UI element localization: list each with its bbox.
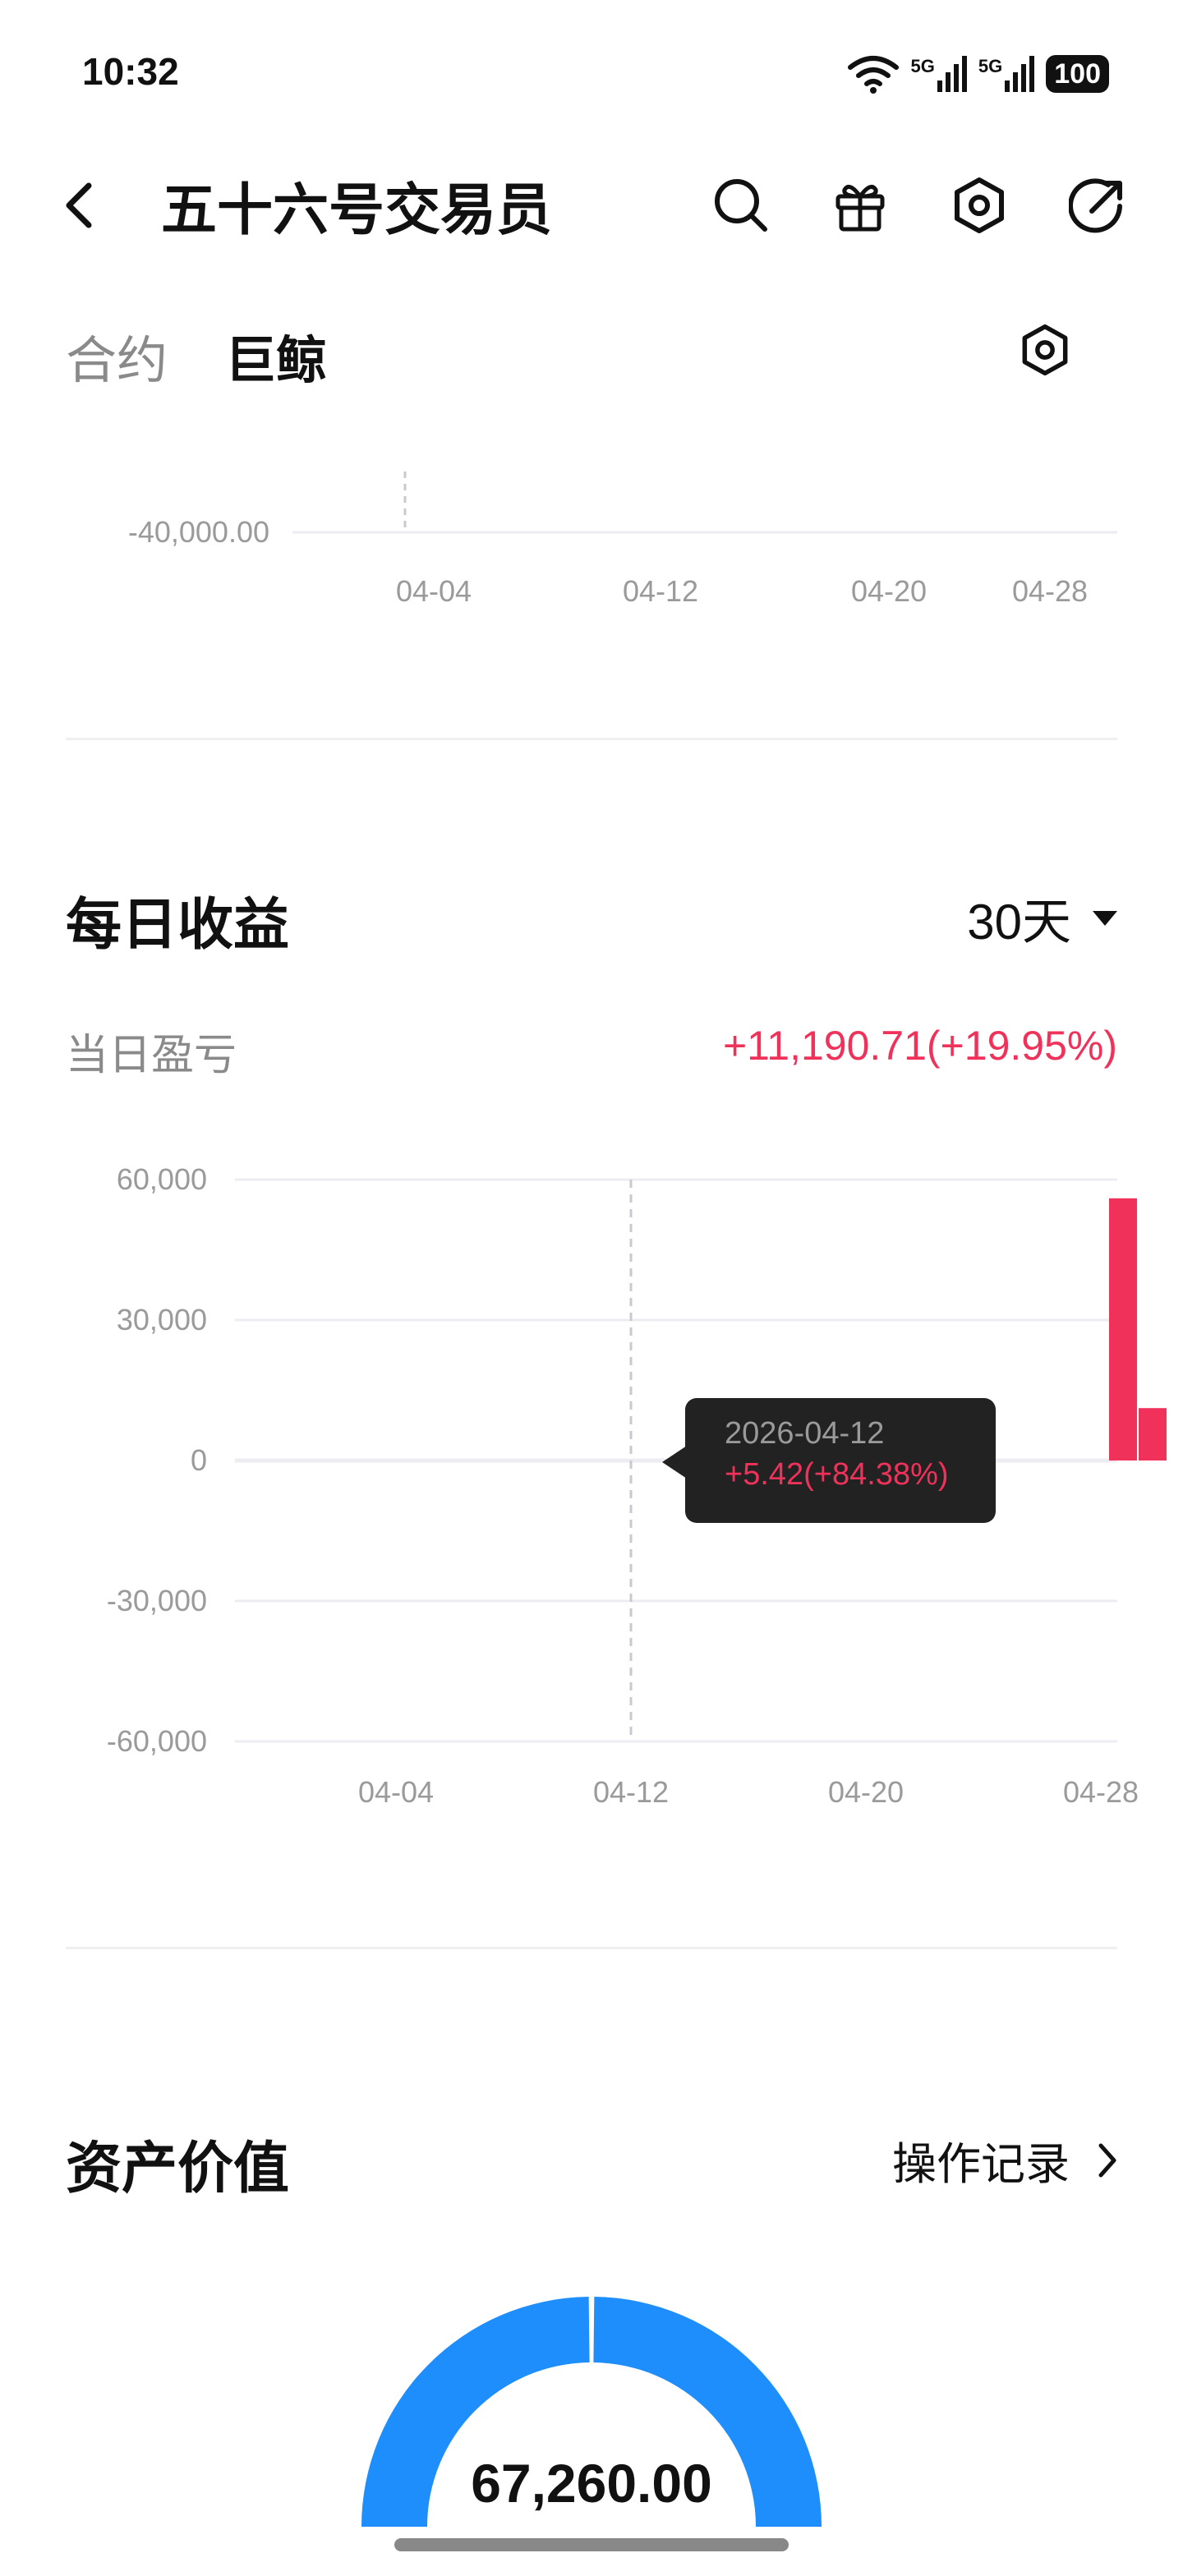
search-button[interactable] [705,169,777,242]
signal-bars-icon [937,56,967,92]
top-chart: -40,000.00 04-04 04-12 04-20 04-28 [128,472,1117,608]
top-chart-x-tick: 04-20 [851,574,927,608]
y-tick-label: -60,000 [107,1724,207,1758]
y-tick-label: 60,000 [117,1162,207,1196]
daily-pnl-chart[interactable]: 60,000 30,000 0 -30,000 -60,000 04-04 04-12 04… [0,1150,1183,1824]
gift-icon [835,184,885,232]
hexagon-gear-icon [955,177,1004,233]
range-label: 30天 [967,895,1071,950]
battery-indicator: 100 [1046,55,1109,93]
pnl-bar [1109,1198,1137,1460]
x-tick-label: 04-12 [593,1775,669,1809]
x-tick-label: 04-20 [828,1775,904,1809]
top-chart-x-tick: 04-28 [1012,574,1088,608]
page-title: 五十六号交易员 [161,179,553,242]
tab-whale[interactable]: 巨鲸 [225,319,327,393]
settings-button[interactable] [943,169,1015,242]
x-tick-label: 04-28 [1063,1775,1139,1809]
status-time: 10:32 [82,50,179,93]
home-indicator[interactable] [394,2538,789,2551]
range-dropdown[interactable]: 30天 [967,882,1117,954]
section-divider [66,1947,1117,1949]
wifi-icon [847,56,899,94]
share-button[interactable] [1061,169,1134,242]
tab-settings-button[interactable] [1009,314,1081,386]
asset-value: 67,260.00 [471,2453,712,2514]
hexagon-gear-icon [1022,324,1068,376]
operation-records-link[interactable]: 操作记录 [892,2128,1117,2192]
back-button[interactable] [43,169,115,242]
search-icon [715,179,767,232]
tooltip-arrow [662,1446,687,1479]
section-divider [66,738,1117,740]
pnl-bar [1139,1408,1167,1460]
top-chart-y-tick: -40,000.00 [128,515,269,549]
caret-down-icon [1093,910,1117,926]
x-tick-label: 04-04 [358,1775,434,1809]
y-tick-label: 30,000 [117,1303,207,1336]
share-arrow-icon [1069,178,1122,233]
y-tick-label: 0 [191,1443,207,1477]
chevron-right-icon [1098,2143,1116,2177]
top-chart-x-tick: 04-04 [396,574,472,608]
cellular-signal-2: 5G [978,56,1035,92]
y-tick-label: -30,000 [107,1584,207,1617]
daily-pnl-label: 当日盈亏 [66,1032,237,1079]
signal-bars-icon [1005,56,1035,92]
top-chart-x-tick: 04-12 [623,574,698,608]
status-icons: 5G 5G 100 [847,51,1109,97]
operation-records-label: 操作记录 [892,2140,1070,2189]
chevron-left-icon [66,182,92,228]
tooltip-value: +5.42(+84.38%) [725,1457,949,1492]
tab-contract[interactable]: 合约 [66,319,168,393]
gift-button[interactable] [824,169,896,242]
cellular-signal-1: 5G [911,56,967,92]
tooltip-date: 2026-04-12 [725,1416,885,1451]
daily-pnl-title: 每日收益 [66,894,290,956]
assets-title: 资产价值 [66,2137,290,2200]
daily-pnl-value: +11,190.71(+19.95%) [722,1023,1117,1069]
